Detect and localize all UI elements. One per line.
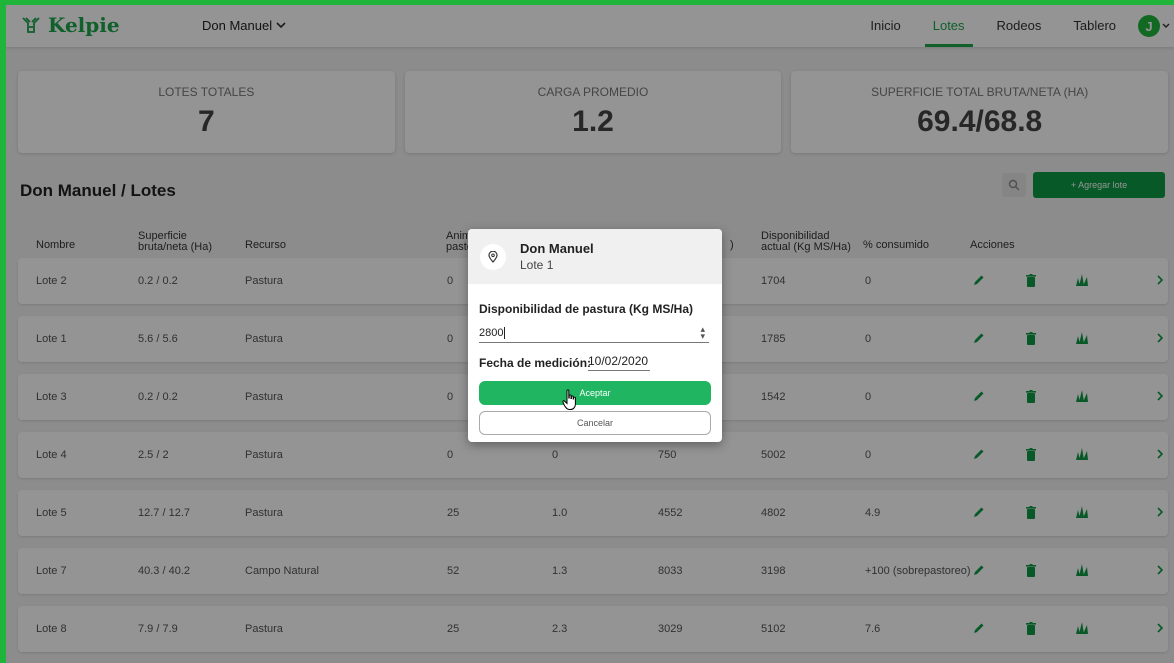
availability-modal: Don Manuel Lote 1 Disponibilidad de past… xyxy=(468,229,722,442)
text-caret xyxy=(504,327,506,339)
modal-header: Don Manuel Lote 1 xyxy=(468,229,722,284)
date-input[interactable]: 10/02/2020 xyxy=(588,354,650,371)
location-pin-icon xyxy=(480,243,506,270)
modal-subtitle: Lote 1 xyxy=(520,258,554,272)
date-label: Fecha de medición: xyxy=(479,356,592,370)
accept-button[interactable]: Aceptar xyxy=(479,381,711,405)
cancel-button[interactable]: Cancelar xyxy=(479,411,711,435)
app-window: Kelpie Don Manuel Inicio Lotes Rodeos Ta… xyxy=(6,5,1174,663)
availability-input[interactable]: 2800 ▴ ▾ xyxy=(479,325,709,343)
modal-title: Don Manuel xyxy=(520,241,594,256)
hand-cursor-icon xyxy=(562,389,576,410)
number-spinner-icon[interactable]: ▴ ▾ xyxy=(700,325,705,341)
availability-label: Disponibilidad de pastura (Kg MS/Ha) xyxy=(479,302,694,316)
availability-value: 2800 xyxy=(479,327,504,339)
